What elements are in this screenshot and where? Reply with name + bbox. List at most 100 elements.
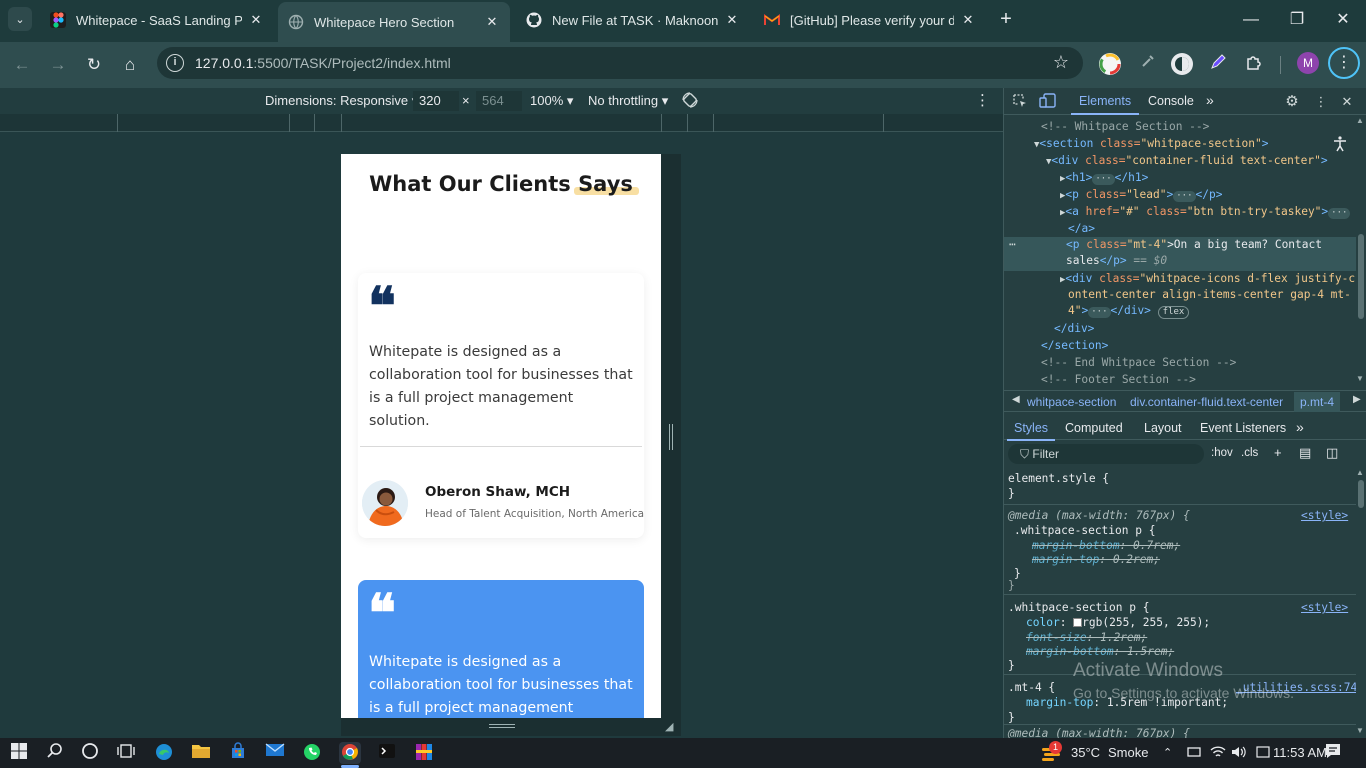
more-tabs-icon[interactable]: » (1206, 92, 1214, 108)
scroll-up-icon[interactable]: ▲ (1356, 468, 1364, 477)
network-tray-icon[interactable] (1187, 745, 1201, 762)
breadcrumb-item-active[interactable]: p.mt-4 (1294, 392, 1341, 412)
bookmark-star-icon[interactable]: ☆ (1053, 52, 1069, 73)
eyedropper-extension-icon[interactable] (1137, 53, 1159, 75)
breadcrumb-left-icon[interactable]: ◀ (1012, 394, 1020, 405)
dom-node-a[interactable]: ▶<a href="#" class="btn btn-try-taskey">… (1060, 204, 1351, 221)
dom-node-section[interactable]: ▼<section class="whitpace-section"> (1034, 136, 1268, 153)
cortana-icon[interactable] (79, 742, 101, 764)
rule-selector[interactable]: .whitpace-section p { (1008, 600, 1149, 615)
rule-property-overridden[interactable]: margin-bottom: 1.5rem; (1026, 644, 1174, 659)
language-tray-icon[interactable] (1256, 745, 1270, 762)
dom-node-div-icons[interactable]: ▶<div class="whitpace-icons d-flex justi… (1060, 271, 1355, 288)
rotate-icon[interactable] (681, 91, 699, 112)
device-toolbar-more-icon[interactable]: ⋮ (975, 91, 990, 109)
mail-icon[interactable] (264, 742, 286, 764)
close-window-button[interactable]: ✕ (1328, 8, 1358, 32)
computed-styles-icon[interactable]: ▤ (1299, 445, 1311, 461)
microsoft-store-icon[interactable] (227, 742, 249, 764)
minimize-button[interactable]: — (1236, 8, 1266, 32)
height-input[interactable]: 564 (476, 91, 522, 111)
accessibility-icon[interactable] (1333, 136, 1347, 155)
scroll-down-icon[interactable]: ▼ (1356, 374, 1364, 383)
address-bar[interactable]: i 127.0.0.1:5500/TASK/Project2/index.htm… (157, 47, 1083, 79)
edge-icon[interactable] (153, 742, 175, 764)
close-icon[interactable]: ✕ (484, 14, 500, 30)
add-rule-icon[interactable]: + (1274, 445, 1282, 460)
maximize-button[interactable]: ❐ (1282, 8, 1312, 32)
tab-console[interactable]: Console (1148, 94, 1194, 108)
rule-selector[interactable]: .mt-4 { (1008, 680, 1055, 695)
winrar-icon[interactable] (413, 742, 435, 764)
profile-avatar[interactable]: M (1297, 52, 1319, 74)
zoom-dropdown[interactable]: 100% ▾ (530, 93, 573, 109)
rule-property[interactable]: color: rgb(255, 255, 255); (1026, 615, 1210, 630)
scroll-down-icon[interactable]: ▼ (1356, 726, 1364, 735)
terminal-app-icon[interactable] (376, 742, 398, 764)
tab-github-new-file[interactable]: New File at TASK · Maknoon-Zia ✕ (516, 0, 750, 40)
tab-whitepace-hero[interactable]: Whitepace Hero Section ✕ (278, 2, 510, 42)
throttling-dropdown[interactable]: No throttling ▾ (588, 93, 668, 109)
tray-expand-icon[interactable]: ⌃ (1163, 746, 1172, 759)
home-button[interactable]: ⌂ (117, 52, 143, 78)
dom-tree[interactable]: <!-- Whitpace Section --> ▼<section clas… (1004, 116, 1356, 384)
extensions-puzzle-icon[interactable] (1243, 53, 1265, 75)
pen-extension-icon[interactable] (1207, 53, 1229, 75)
dom-node-p-lead[interactable]: ▶<p class="lead"> ··· </p> (1060, 187, 1222, 204)
weather-condition[interactable]: Smoke (1108, 745, 1148, 760)
dom-node-p-mt4[interactable]: <p class="mt-4">On a big team? Contact (1066, 237, 1322, 253)
devtools-menu-icon[interactable]: ⋮ (1312, 93, 1330, 111)
tab-search-button[interactable]: ⌄ (8, 7, 32, 31)
reload-button[interactable]: ↻ (81, 52, 107, 78)
task-view-icon[interactable] (115, 742, 137, 764)
rule-property-overridden[interactable]: margin-bottom: 0.7rem; (1032, 538, 1180, 553)
rule-property-overridden[interactable]: font-size: 1.2rem; (1026, 630, 1147, 645)
tab-event-listeners[interactable]: Event Listeners (1200, 421, 1286, 435)
rule-property-overridden[interactable]: margin-top: 0.2rem; (1032, 552, 1160, 567)
file-explorer-icon[interactable] (190, 742, 212, 764)
site-info-icon[interactable]: i (166, 54, 184, 72)
clock[interactable]: 11:53 AM (1273, 745, 1327, 760)
weather-temperature[interactable]: 35°C (1071, 745, 1100, 760)
inspect-element-icon[interactable] (1011, 93, 1029, 111)
new-tab-button[interactable]: + (996, 9, 1016, 30)
width-input[interactable]: 320 (413, 91, 459, 111)
scroll-up-icon[interactable]: ▲ (1356, 116, 1364, 125)
wifi-icon[interactable] (1210, 745, 1226, 762)
dom-node-div[interactable]: ▼<div class="container-fluid text-center… (1046, 153, 1328, 170)
dom-scrollbar-track[interactable]: ▲ ▼ (1356, 116, 1366, 384)
sidebar-toggle-icon[interactable]: ◫ (1326, 445, 1338, 461)
dom-node-options-icon[interactable]: ⋯ (1009, 237, 1016, 253)
tab-styles[interactable]: Styles (1006, 421, 1056, 441)
action-center-icon[interactable] (1322, 742, 1344, 764)
dark-mode-extension-icon[interactable] (1171, 53, 1193, 75)
flex-badge[interactable]: flex (1157, 306, 1190, 319)
color-swatch[interactable] (1073, 618, 1083, 627)
close-icon[interactable]: ✕ (724, 12, 740, 28)
close-icon[interactable]: ✕ (248, 12, 264, 28)
dom-node-h1[interactable]: ▶<h1> ··· </h1> (1060, 170, 1148, 187)
rule-selector[interactable]: .whitpace-section p { (1014, 523, 1155, 538)
volume-icon[interactable] (1231, 745, 1247, 762)
dom-comment[interactable]: <!-- Whitpace Section --> (1041, 119, 1209, 135)
resize-corner-icon[interactable]: ◢ (665, 721, 677, 733)
breadcrumb-item[interactable]: whitpace-section (1027, 395, 1116, 409)
tab-whitepace-landing[interactable]: Whitepace - SaaS Landing Page ✕ (40, 0, 274, 40)
rule-source-link[interactable]: <style> (1301, 508, 1348, 523)
device-toggle-icon[interactable] (1039, 93, 1057, 111)
tab-computed[interactable]: Computed (1065, 421, 1123, 435)
search-icon[interactable] (44, 742, 66, 764)
gear-icon[interactable]: ⚙ (1283, 93, 1301, 111)
rules-scrollbar-thumb[interactable] (1358, 480, 1364, 508)
rule-source-link[interactable]: <style> (1301, 600, 1348, 615)
back-button[interactable]: ← (9, 52, 35, 78)
close-icon[interactable]: ✕ (960, 12, 976, 28)
color-picker-extension-icon[interactable] (1099, 53, 1121, 75)
chrome-icon[interactable] (339, 742, 361, 764)
hov-toggle[interactable]: :hov (1211, 447, 1233, 459)
breadcrumb-item[interactable]: div.container-fluid.text-center (1130, 395, 1283, 409)
dom-scrollbar-thumb[interactable] (1358, 234, 1364, 319)
dom-comment[interactable]: <!-- Footer Section --> (1041, 372, 1196, 384)
more-tabs-icon[interactable]: » (1296, 419, 1304, 435)
browser-menu-button[interactable]: ⋮ (1328, 47, 1360, 79)
